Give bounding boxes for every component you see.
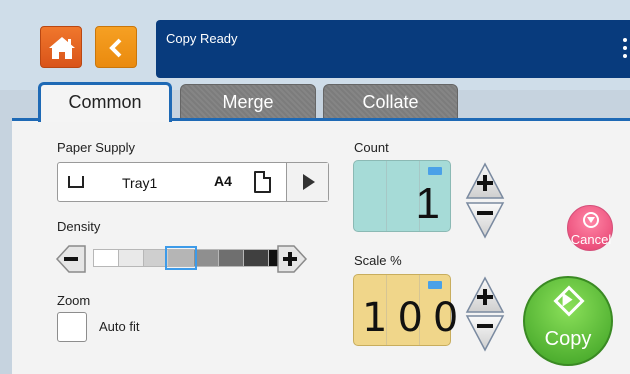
density-level[interactable] [218, 249, 244, 267]
zoom-label: Zoom [57, 293, 91, 308]
home-button[interactable] [40, 26, 82, 68]
cancel-button[interactable]: Cancel [567, 205, 613, 251]
copy-label: Copy [544, 328, 592, 350]
cancel-label: Cancel [570, 232, 612, 247]
minus-icon [477, 211, 493, 215]
count-label: Count [354, 140, 389, 155]
tray-name: Tray1 [122, 175, 158, 191]
play-arrow-icon[interactable] [286, 163, 328, 201]
count-decrease-button[interactable] [465, 199, 505, 239]
status-text: Copy Ready [166, 31, 238, 46]
auto-fit-label: Auto fit [99, 319, 140, 334]
scale-label: Scale % [354, 253, 402, 268]
paper-supply-label: Paper Supply [57, 140, 136, 155]
top-bar: Copy Ready [0, 0, 630, 90]
density-increase-button[interactable] [276, 243, 308, 275]
keyboard-icon[interactable] [428, 281, 442, 289]
density-level[interactable] [243, 249, 269, 267]
density-level[interactable] [143, 249, 169, 267]
scale-increase-button[interactable] [465, 274, 505, 314]
back-button[interactable] [95, 26, 137, 68]
scale-decrease-button[interactable] [465, 312, 505, 352]
density-decrease-button[interactable] [55, 243, 87, 275]
status-bar: Copy Ready [156, 20, 630, 78]
auto-fit-checkbox[interactable] [57, 312, 87, 342]
tray-icon [68, 176, 84, 188]
tab-common[interactable]: Common [38, 82, 172, 122]
keyboard-icon[interactable] [428, 167, 442, 175]
count-increase-button[interactable] [465, 160, 505, 200]
density-level[interactable] [93, 249, 119, 267]
menu-dots-icon[interactable] [623, 38, 627, 62]
density-level[interactable] [165, 246, 197, 270]
count-value: 1 [415, 179, 440, 228]
paper-size: A4 [214, 173, 232, 189]
density-scale[interactable] [93, 246, 294, 270]
density-label: Density [57, 219, 101, 234]
back-arrow-icon [109, 38, 122, 58]
tab-merge[interactable]: Merge [180, 84, 316, 120]
density-level[interactable] [118, 249, 144, 267]
copy-button[interactable]: Copy [523, 276, 613, 366]
count-field[interactable]: 1 [353, 160, 451, 232]
home-icon [49, 37, 75, 59]
tab-collate[interactable]: Collate [323, 84, 458, 120]
density-level[interactable] [193, 249, 219, 267]
scale-field[interactable]: 100 [353, 274, 458, 346]
paper-supply-selector[interactable]: Tray1 A4 [57, 162, 329, 202]
scale-value: 100 [362, 295, 469, 341]
start-icon [553, 285, 585, 317]
minus-icon [64, 257, 78, 261]
cancel-icon [583, 212, 599, 228]
portrait-page-icon [254, 171, 271, 193]
minus-icon [477, 324, 493, 328]
